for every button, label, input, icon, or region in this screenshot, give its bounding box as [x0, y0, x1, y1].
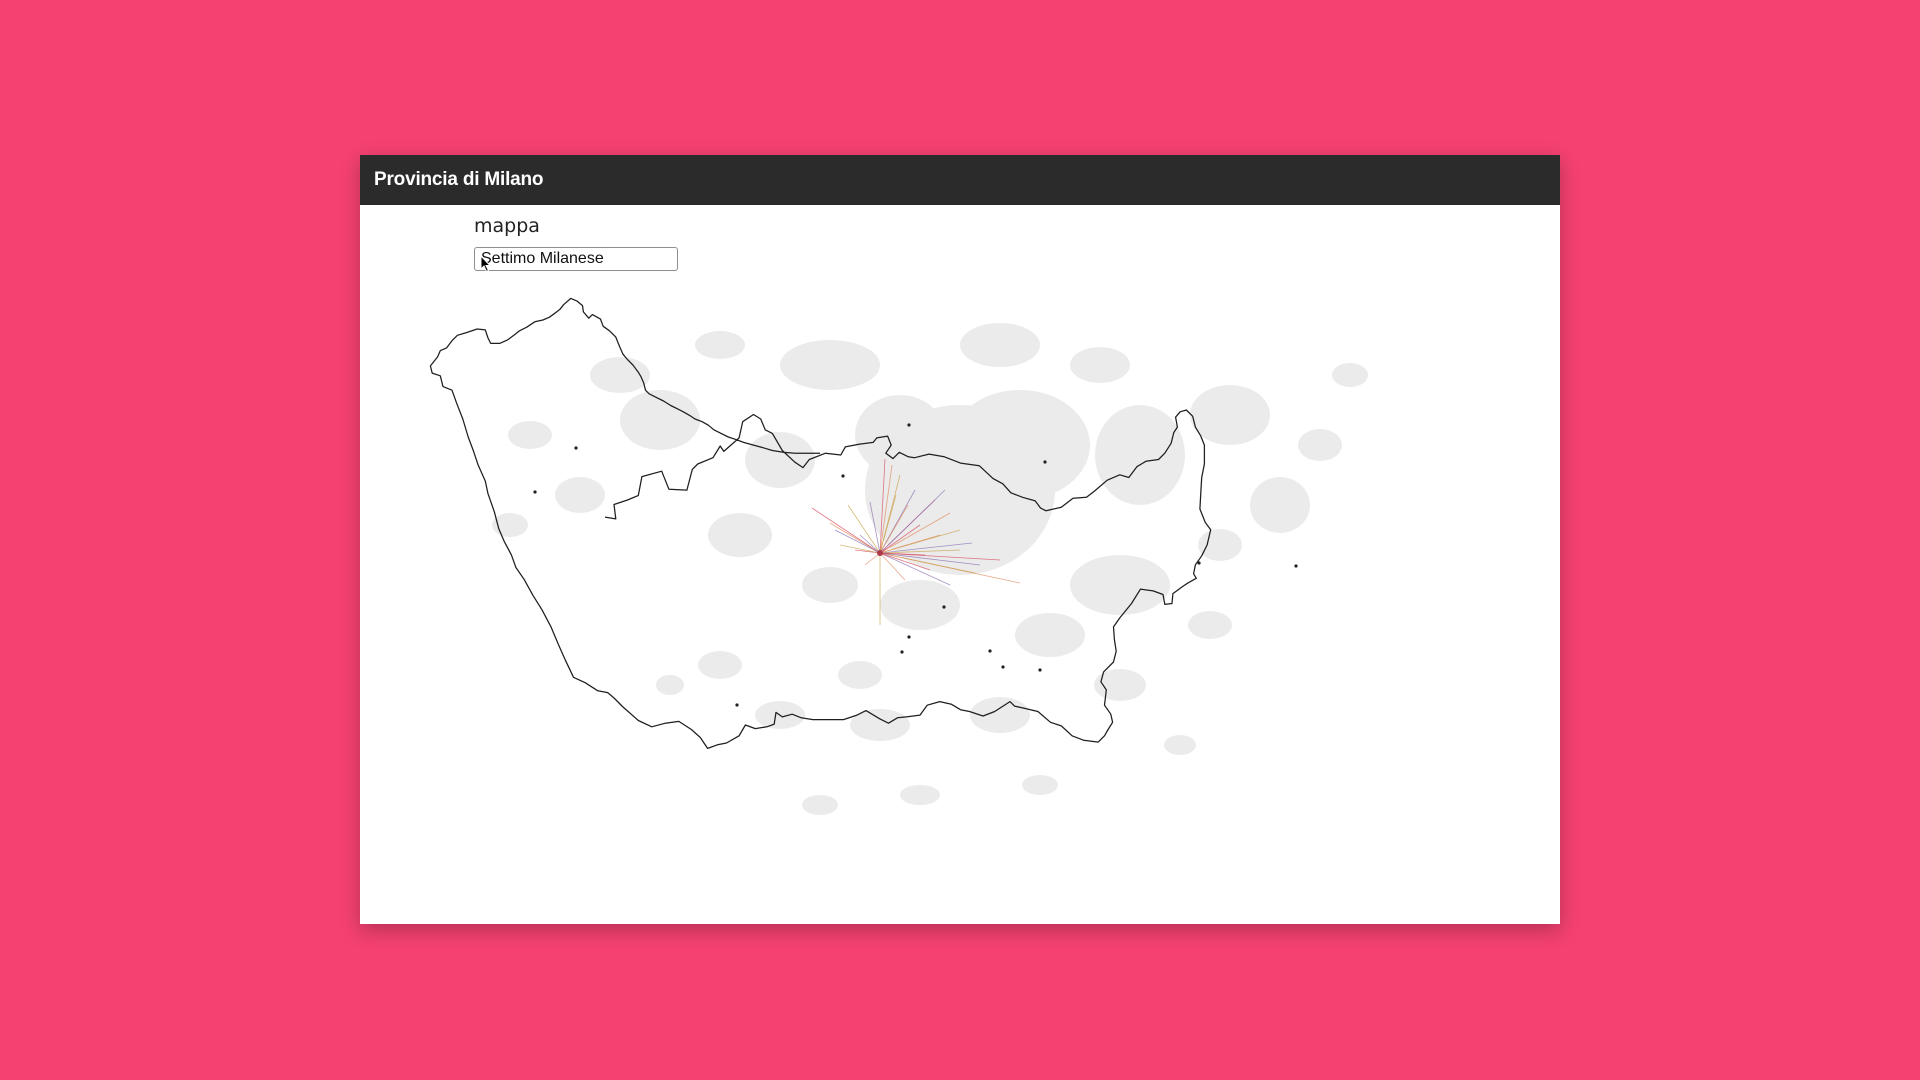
selected-town-marker	[877, 550, 883, 556]
window-title: Provincia di Milano	[374, 169, 544, 190]
province-map	[429, 297, 1368, 815]
urban-areas	[492, 323, 1368, 815]
window-titlebar: Provincia di Milano	[360, 155, 1560, 205]
flow-line	[834, 529, 881, 554]
app-window: Provincia di Milano mappa	[360, 155, 1560, 924]
flow-line	[829, 522, 881, 554]
